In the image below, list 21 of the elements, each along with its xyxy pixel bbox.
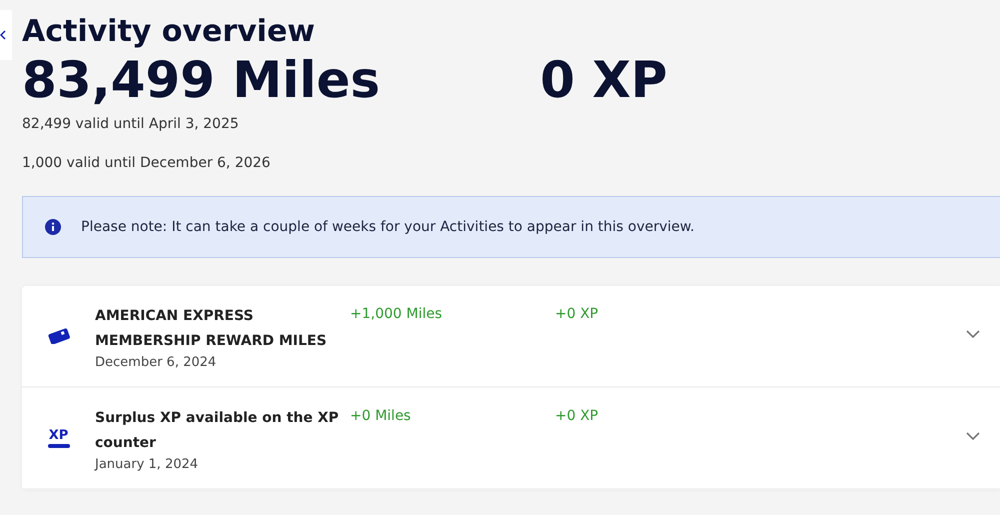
activity-title: AMERICAN EXPRESS MEMBERSHIP REWARD MILES [95, 307, 328, 350]
back-chevron-icon[interactable] [0, 30, 6, 40]
xp-total: 0 XP [540, 50, 668, 110]
xp-amount: +0 XP [555, 407, 600, 426]
xp-amount: +0 XP [555, 305, 600, 324]
miles-total: 83,499 Miles [22, 50, 380, 110]
activity-date: January 1, 2024 [95, 456, 200, 474]
validity-text: 1,000 valid until December 6, 2026 [22, 154, 272, 173]
miles-amount: +1,000 Miles [350, 305, 444, 324]
activity-date: December 6, 2024 [95, 354, 218, 372]
activity-row[interactable]: XP Surplus XP available on the XP counter January 1, 2024 +0 Miles +0 XP [22, 388, 1000, 490]
info-icon [45, 219, 61, 235]
activity-row[interactable]: AMERICAN EXPRESS MEMBERSHIP REWARD MILES December 6, 2024 +1,000 Miles +0 XP [22, 286, 1000, 388]
expand-chevron-icon[interactable] [966, 330, 980, 338]
card-icon [48, 328, 70, 344]
page-title: Activity overview [22, 14, 316, 50]
miles-amount: +0 Miles [350, 407, 412, 426]
notice-text: Please note: It can take a couple of weeks for your Activities to appear in this overview. [81, 218, 695, 236]
activity-title: Surplus XP available on the XP counter [95, 409, 340, 452]
expand-chevron-icon[interactable] [966, 432, 980, 440]
validity-text: 82,499 valid until April 3, 2025 [22, 115, 240, 134]
